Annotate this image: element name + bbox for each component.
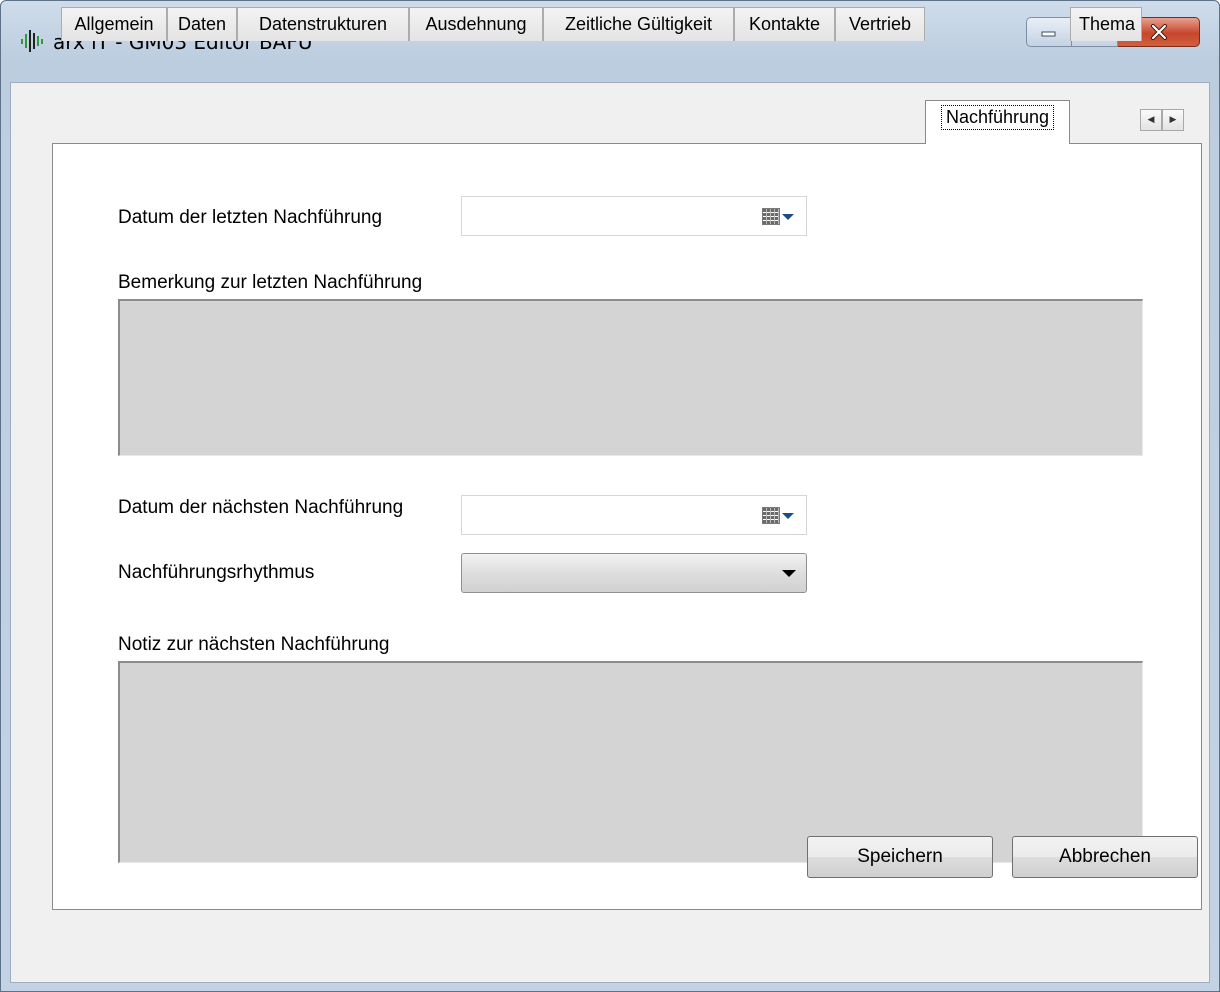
tab-label: Thema bbox=[1079, 14, 1136, 34]
tab-label: Kontakte bbox=[748, 14, 821, 34]
tab-label: Ausdehnung bbox=[425, 14, 527, 34]
next-update-date-label: Datum der nächsten Nachführung bbox=[118, 497, 404, 518]
tab-ausdehnung[interactable]: Ausdehnung bbox=[409, 7, 543, 41]
tab-zeitliche-gueltigkeit[interactable]: Zeitliche Gültigkeit bbox=[543, 7, 734, 41]
tab-label: Vertrieb bbox=[848, 14, 912, 34]
tab-scroll-arrows: ◀ ▶ bbox=[1140, 109, 1184, 131]
save-button[interactable]: Speichern bbox=[807, 836, 993, 878]
next-update-note-field[interactable] bbox=[118, 661, 1143, 863]
close-icon bbox=[1150, 24, 1167, 40]
tab-daten[interactable]: Daten bbox=[167, 7, 237, 41]
tab-nachfuehrung[interactable]: Nachführung bbox=[925, 100, 1070, 144]
update-rhythm-label: Nachführungsrhythmus bbox=[118, 562, 315, 583]
tab-label: Datenstrukturen bbox=[258, 14, 388, 34]
cancel-button[interactable]: Abbrechen bbox=[1012, 836, 1198, 878]
tab-scroll-right-button[interactable]: ▶ bbox=[1162, 109, 1184, 131]
calendar-icon[interactable] bbox=[762, 208, 780, 225]
last-update-date-picker[interactable] bbox=[461, 196, 807, 236]
chevron-right-icon: ▶ bbox=[1169, 115, 1177, 125]
chevron-down-icon[interactable] bbox=[782, 513, 794, 519]
tab-label: Zeitliche Gültigkeit bbox=[564, 14, 713, 34]
next-update-note-label: Notiz zur nächsten Nachführung bbox=[118, 634, 390, 655]
arx-it-logo-icon bbox=[21, 30, 43, 52]
minimize-icon bbox=[1041, 31, 1056, 37]
application-window: arx iT - GM03 Editor BAFU Allgemein Date… bbox=[0, 0, 1220, 992]
chevron-down-icon[interactable] bbox=[782, 214, 794, 220]
chevron-left-icon: ◀ bbox=[1147, 115, 1155, 125]
last-update-remark-field[interactable] bbox=[118, 299, 1143, 456]
tab-label: Daten bbox=[177, 14, 227, 34]
minimize-button[interactable] bbox=[1026, 17, 1072, 47]
calendar-icon[interactable] bbox=[762, 507, 780, 524]
tab-kontakte[interactable]: Kontakte bbox=[734, 7, 835, 41]
tab-allgemein[interactable]: Allgemein bbox=[61, 7, 167, 41]
last-update-remark-label: Bemerkung zur letzten Nachführung bbox=[118, 272, 423, 293]
next-update-date-picker[interactable] bbox=[461, 495, 807, 535]
update-rhythm-select[interactable] bbox=[461, 553, 807, 593]
tab-datenstrukturen[interactable]: Datenstrukturen bbox=[237, 7, 409, 41]
tab-scroll-left-button[interactable]: ◀ bbox=[1140, 109, 1162, 131]
tab-label: Allgemein bbox=[74, 14, 154, 34]
chevron-down-icon[interactable] bbox=[782, 570, 796, 577]
tab-thema[interactable]: Thema bbox=[1070, 7, 1142, 41]
tab-vertrieb[interactable]: Vertrieb bbox=[835, 7, 925, 41]
last-update-date-label: Datum der letzten Nachführung bbox=[118, 207, 383, 228]
tab-label: Nachführung bbox=[940, 105, 1055, 130]
